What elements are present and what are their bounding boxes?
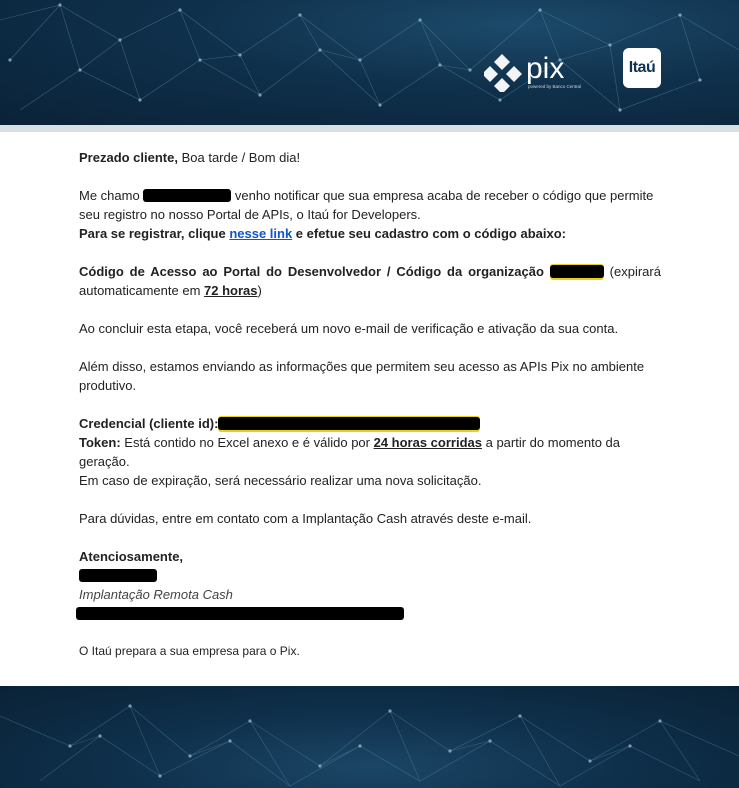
network-pattern-footer xyxy=(0,704,739,787)
svg-text:powered by Banco Central: powered by Banco Central xyxy=(528,84,581,89)
verify-paragraph: Ao concluir esta etapa, você receberá um… xyxy=(79,321,619,336)
doubts-paragraph: Para dúvidas, entre em contato com a Imp… xyxy=(79,511,532,526)
besides-paragraph: Além disso, estamos enviando as informaç… xyxy=(79,359,645,393)
itau-logo-text: Itaú xyxy=(628,59,656,76)
redacted-signature-name xyxy=(79,569,157,582)
header-divider-band xyxy=(0,125,739,132)
register-paragraph: Para se registrar, clique nesse link e e… xyxy=(79,226,566,241)
greeting: Prezado cliente, Boa tarde / Bom dia! xyxy=(79,150,301,165)
redacted-signature-contact xyxy=(76,607,404,620)
redacted-sender-name xyxy=(143,189,232,202)
email-header-banner: pix powered by Banco Central Itaú xyxy=(0,0,739,125)
signature-block: Atenciosamente, Implantação Remota Cash xyxy=(76,547,661,623)
redacted-client-id xyxy=(218,417,481,430)
email-body: Prezado cliente, Boa tarde / Bom dia! Me… xyxy=(76,148,661,680)
credential-paragraph: Credencial (cliente id): Token: Está cont… xyxy=(79,416,621,469)
closing-line: O Itaú prepara a sua empresa para o Pix. xyxy=(79,644,300,658)
register-link[interactable]: nesse link xyxy=(229,226,292,241)
expiration-paragraph: Em caso de expiração, será necessário re… xyxy=(79,473,482,488)
svg-text:pix: pix xyxy=(526,52,564,85)
intro-paragraph: Me chamo venho notificar que sua empresa… xyxy=(79,188,654,222)
redacted-organization-code xyxy=(549,265,604,278)
access-code-paragraph: Código de Acesso ao Portal do Desenvolve… xyxy=(79,264,661,298)
pix-logo: pix powered by Banco Central xyxy=(482,50,594,94)
pix-diamond-icon: pix powered by Banco Central xyxy=(482,52,581,94)
itau-logo: Itaú xyxy=(623,48,661,88)
email-footer-banner xyxy=(0,686,739,788)
